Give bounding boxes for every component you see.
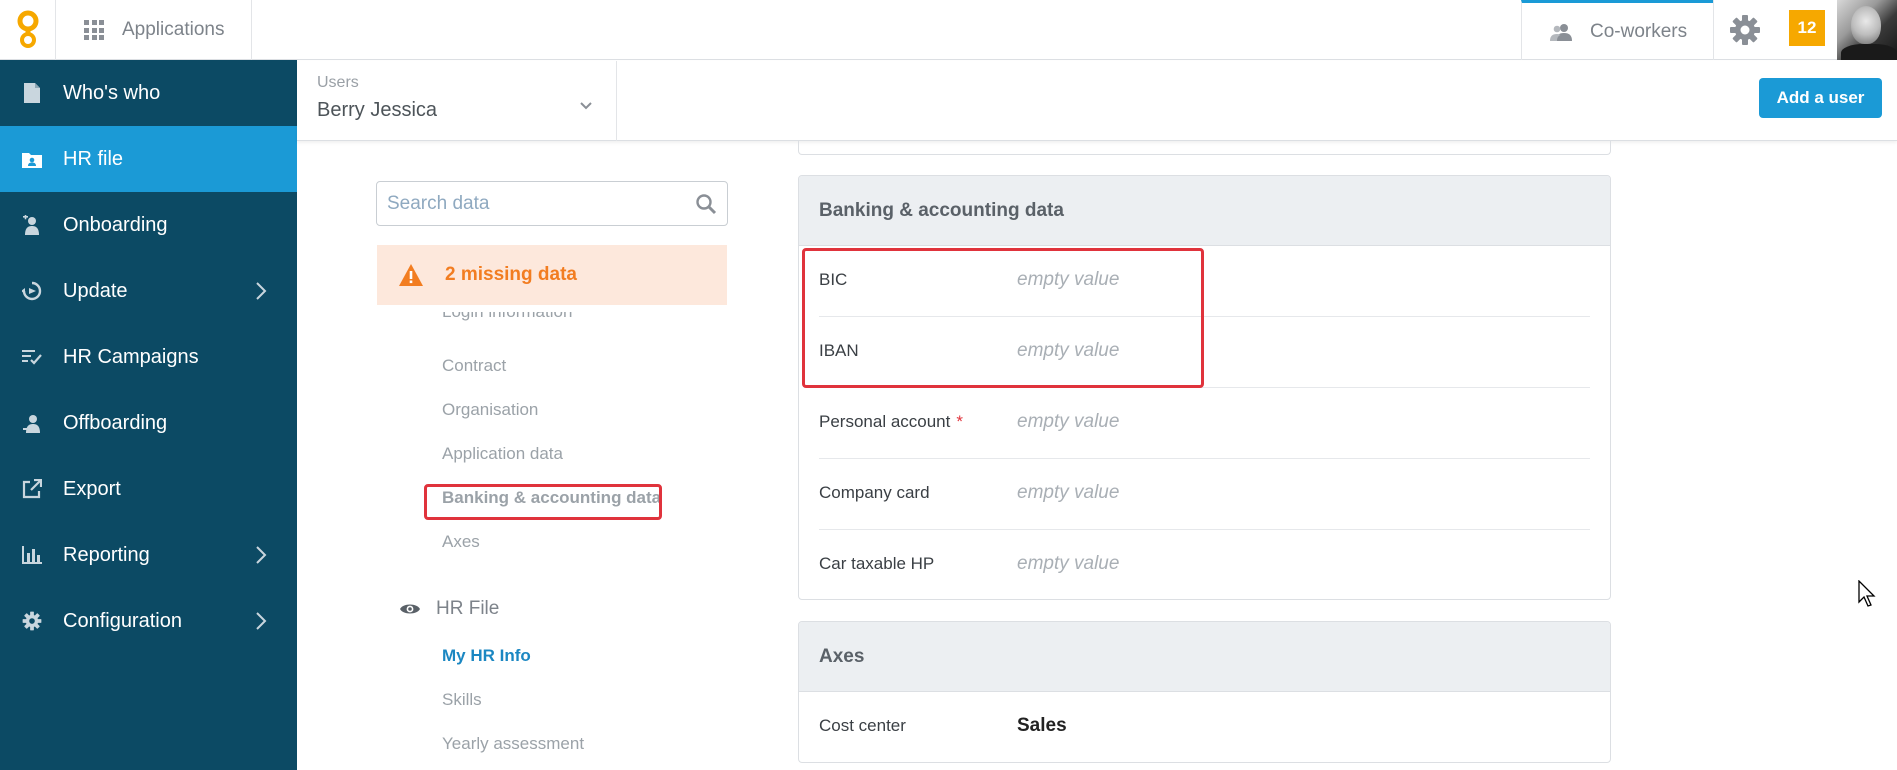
field-label-text: Personal account	[819, 412, 951, 431]
sidebar-item-label: Offboarding	[63, 411, 168, 434]
hr-file-heading-label: HR File	[436, 598, 500, 619]
section-link-application-data[interactable]: Application data	[442, 444, 563, 464]
section-link-organisation[interactable]: Organisation	[442, 400, 538, 420]
gear-icon	[22, 611, 42, 631]
hr-file-heading[interactable]: HR File	[400, 598, 499, 620]
sidebar-item-update[interactable]: Update	[0, 258, 297, 324]
field-row-personal-account[interactable]: Personal account * empty value	[819, 388, 1590, 459]
sidebar-item-onboarding[interactable]: Onboarding	[0, 192, 297, 258]
sidebar-item-reporting[interactable]: Reporting	[0, 522, 297, 588]
warning-icon	[399, 264, 423, 286]
field-label: Cost center	[819, 716, 906, 735]
sync-icon	[22, 281, 42, 301]
section-link-label: Login information	[442, 312, 572, 322]
apps-grid-icon	[84, 20, 104, 40]
user-remove-icon	[22, 413, 42, 433]
search-input[interactable]	[387, 190, 677, 218]
sidebar-item-label: Reporting	[63, 543, 150, 566]
field-row-company-card[interactable]: Company card empty value	[819, 459, 1590, 530]
hr-file-link-skills[interactable]: Skills	[442, 690, 482, 710]
coworkers-tab[interactable]: Co-workers	[1521, 0, 1713, 60]
users-icon	[1550, 23, 1572, 41]
folder-user-icon	[22, 149, 42, 169]
card-title: Banking & accounting data	[819, 199, 1064, 221]
section-link-login-information[interactable]: Login information	[442, 312, 572, 332]
chevron-right-icon	[256, 282, 267, 300]
sidebar-item-hr-campaigns[interactable]: HR Campaigns	[0, 324, 297, 390]
missing-data-alert[interactable]: 2 missing data	[377, 245, 727, 305]
sidebar-item-label: Configuration	[63, 609, 182, 632]
field-row-cost-center[interactable]: Cost center Sales	[819, 692, 1590, 762]
previous-card-edge	[798, 141, 1611, 155]
user-select[interactable]: Users Berry Jessica	[297, 61, 617, 141]
field-value: empty value	[1017, 482, 1120, 503]
section-link-contract[interactable]: Contract	[442, 356, 506, 376]
search-icon	[696, 194, 717, 215]
applications-label: Applications	[122, 19, 225, 40]
app-logo[interactable]	[0, 0, 56, 60]
hr-file-link-yearly-assessment[interactable]: Yearly assessment	[442, 734, 584, 754]
field-label: Company card	[819, 483, 930, 502]
required-mark: *	[956, 412, 963, 431]
hr-file-link-my-hr-info[interactable]: My HR Info	[442, 646, 531, 666]
field-value: empty value	[1017, 553, 1120, 574]
sidebar-item-export[interactable]: Export	[0, 456, 297, 522]
field-label: Car taxable HP	[819, 554, 935, 573]
coworkers-label: Co-workers	[1590, 20, 1688, 42]
chevron-down-icon	[580, 102, 592, 110]
card-header: Axes	[799, 622, 1610, 692]
notifications-badge[interactable]: 12	[1789, 10, 1825, 46]
search-box[interactable]	[376, 181, 728, 226]
checklist-icon	[22, 347, 42, 367]
highlight-box	[802, 248, 1204, 388]
user-select-value: Berry Jessica	[317, 99, 438, 121]
sidebar-item-label: Export	[63, 477, 121, 500]
sidebar-item-label: Who's who	[63, 81, 161, 104]
sidebar: Who's who HR file Onboarding Update HR C…	[0, 60, 297, 770]
sidebar-item-configuration[interactable]: Configuration	[0, 588, 297, 654]
top-bar: Applications Co-workers 12	[0, 0, 1897, 60]
chevron-right-icon	[256, 546, 267, 564]
settings-button[interactable]	[1713, 0, 1775, 60]
sidebar-item-label: Update	[63, 279, 128, 302]
sidebar-item-hr-file[interactable]: HR file	[0, 126, 297, 192]
sidebar-item-whos-who[interactable]: Who's who	[0, 60, 297, 126]
missing-data-label: 2 missing data	[445, 264, 577, 285]
user-add-icon	[22, 215, 42, 235]
card-header: Banking & accounting data	[799, 176, 1610, 246]
field-value: Sales	[1017, 715, 1067, 736]
sidebar-item-offboarding[interactable]: Offboarding	[0, 390, 297, 456]
card-title: Axes	[819, 645, 865, 667]
gear-icon	[1729, 15, 1760, 45]
sub-header: Users Berry Jessica Add a user	[297, 61, 1897, 141]
field-row-car-taxable-hp[interactable]: Car taxable HP empty value	[819, 530, 1590, 599]
external-link-icon	[22, 479, 42, 499]
avatar[interactable]	[1837, 0, 1897, 60]
user-select-label: Users	[317, 74, 359, 91]
highlight-box	[424, 484, 662, 520]
field-label: Personal account *	[819, 412, 963, 432]
bar-chart-icon	[22, 545, 42, 565]
applications-menu[interactable]: Applications	[56, 0, 252, 60]
logo-icon	[17, 10, 38, 48]
mouse-cursor-icon	[1858, 580, 1876, 607]
document-icon	[22, 83, 42, 103]
sidebar-item-label: Onboarding	[63, 213, 168, 236]
eye-icon	[400, 604, 420, 614]
section-link-axes[interactable]: Axes	[442, 532, 480, 552]
sidebar-item-label: HR file	[63, 147, 124, 170]
add-user-button[interactable]: Add a user	[1759, 78, 1882, 118]
sidebar-item-label: HR Campaigns	[63, 345, 199, 368]
field-value: empty value	[1017, 411, 1120, 432]
chevron-right-icon	[256, 612, 267, 630]
axes-card: Axes Cost center Sales	[798, 621, 1611, 763]
